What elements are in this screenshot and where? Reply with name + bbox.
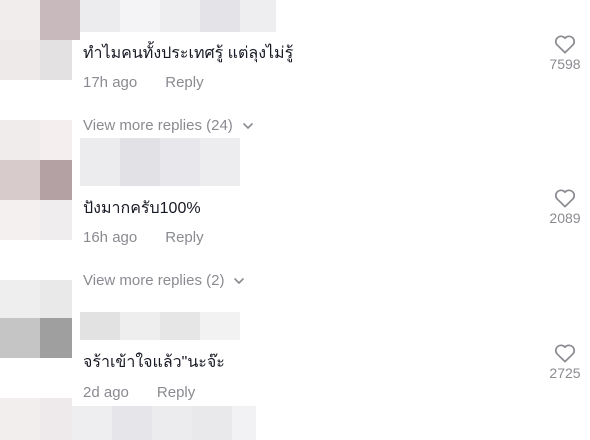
comment-time: 2d ago (83, 384, 129, 401)
like-count: 7598 (549, 56, 581, 72)
view-more-replies-button[interactable]: View more replies (2) (83, 272, 246, 289)
chevron-down-icon (242, 122, 253, 129)
view-more-replies-label: View more replies (2) (83, 272, 225, 289)
like-button[interactable]: 2089 (535, 188, 590, 226)
comment-meta: 16h ago Reply (83, 229, 204, 246)
heart-outline-icon (554, 344, 576, 363)
heart-outline-icon (554, 35, 576, 54)
comment-time: 17h ago (83, 74, 138, 91)
chevron-down-icon (234, 277, 245, 284)
like-button[interactable]: 2725 (535, 343, 590, 381)
like-count: 2725 (549, 365, 581, 381)
comment-text: จร้าเข้าใจแล้ว"นะจ๊ะ (83, 354, 225, 371)
comment-text: ทำไมคนทั้งประเทศรู้ แต่ลุงไม่รู้ (83, 45, 294, 62)
like-button[interactable]: 7598 (535, 34, 590, 72)
view-more-replies-label: View more replies (24) (83, 117, 233, 134)
like-count: 2089 (549, 210, 581, 226)
reply-button[interactable]: Reply (165, 229, 203, 246)
reply-button[interactable]: Reply (157, 384, 195, 401)
heart-outline-icon (554, 189, 576, 208)
reply-button[interactable]: Reply (165, 74, 203, 91)
comment-meta: 17h ago Reply (83, 74, 204, 91)
comment-text: ปังมากครับ100% (83, 200, 201, 217)
comment-time: 16h ago (83, 229, 138, 246)
view-more-replies-button[interactable]: View more replies (24) (83, 117, 255, 134)
comment-meta: 2d ago Reply (83, 384, 195, 401)
